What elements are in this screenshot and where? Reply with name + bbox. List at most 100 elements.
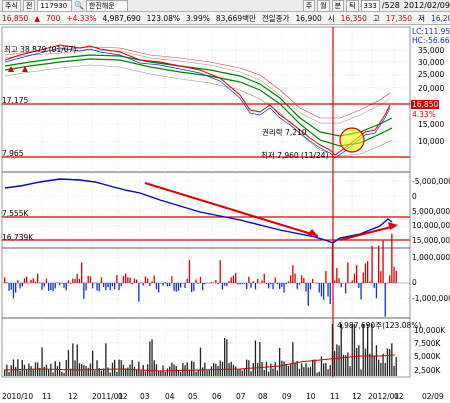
- diff-down-bar: [158, 283, 160, 293]
- stock-code-input[interactable]: 117930: [37, 0, 73, 12]
- lc-label: LC:111.95: [412, 27, 450, 36]
- stock-chart[interactable]: [0, 25, 450, 403]
- diff-axis-tick: 1,000,000: [412, 253, 450, 262]
- volume-bar: [4, 369, 6, 376]
- volume-bar: [224, 338, 226, 376]
- volume-bar: [353, 324, 356, 376]
- volume-bar: [281, 360, 283, 376]
- volume-bar: [116, 371, 118, 376]
- volume-bar: [290, 363, 292, 376]
- diff-down-bar: [103, 283, 105, 287]
- diff-up-bar: [294, 273, 296, 283]
- diff-down-bar: [305, 283, 307, 292]
- change-arrow-icon: ▲: [34, 13, 41, 23]
- volume-bar: [393, 365, 395, 376]
- diff-down-bar: [12, 283, 15, 299]
- volume-axis-tick: 2,500K: [414, 366, 441, 375]
- diff-down-bar: [375, 283, 378, 299]
- diff-up-bar: [378, 245, 380, 283]
- volume-bar: [243, 368, 246, 376]
- diff-up-bar: [74, 278, 76, 283]
- volume-bar: [72, 343, 74, 376]
- period-button-month[interactable]: 월: [317, 0, 330, 12]
- diff-up-bar: [338, 278, 340, 283]
- volume-bar: [30, 366, 32, 376]
- diff-up-bar: [389, 275, 391, 283]
- period-button-tick[interactable]: 틱: [346, 0, 359, 12]
- volume-bar: [63, 372, 65, 376]
- time-axis-tick: 11: [330, 392, 340, 401]
- volume-bar: [263, 370, 265, 376]
- ref-label-7965: 7,965: [2, 149, 24, 158]
- volume-bar: [367, 324, 369, 376]
- current-pct-tag: 4.33%: [412, 110, 436, 119]
- volume-bar: [294, 362, 296, 376]
- diff-down-bar: [250, 283, 252, 288]
- diff-down-bar: [285, 283, 287, 285]
- stock-name-field[interactable]: 한진해운: [86, 0, 129, 12]
- search-icon[interactable]: 🔍: [74, 1, 84, 10]
- volume-bar: [17, 359, 19, 376]
- volume-bar: [320, 356, 323, 376]
- volume-bar: [334, 351, 336, 376]
- diff-up-bar: [334, 280, 336, 283]
- volume-bar: [237, 369, 239, 376]
- diff-up-bar: [213, 282, 215, 284]
- diff-down-bar: [52, 283, 54, 292]
- volume-bar: [166, 368, 169, 376]
- diff-up-bar: [125, 273, 127, 283]
- period-button-minute[interactable]: 분: [331, 0, 345, 12]
- ex-rights-note: 권리락 7,210: [262, 128, 307, 137]
- volume-bar: [206, 370, 208, 376]
- volume-bar: [329, 365, 331, 376]
- diff-down-bar: [59, 283, 61, 286]
- volume-bar: [351, 324, 353, 376]
- time-axis-tick: 12: [352, 392, 362, 401]
- diff-down-bar: [197, 283, 199, 284]
- low-label: 저: [418, 13, 425, 23]
- diff-down-bar: [202, 283, 204, 291]
- volume-axis-tick: 10,000K: [414, 326, 446, 335]
- volume-bar: [45, 364, 48, 376]
- diff-up-bar: [45, 278, 48, 283]
- diff-up-bar: [263, 273, 265, 283]
- diff-up-bar: [122, 275, 125, 283]
- time-axis-tick: 2010/10: [2, 392, 34, 401]
- diff-up-bar: [129, 277, 131, 283]
- diff-down-bar: [191, 283, 193, 293]
- diff-up-bar: [140, 282, 142, 283]
- open-label: 시: [327, 13, 335, 23]
- date-field[interactable]: 2012/02/09: [404, 1, 450, 10]
- mode-select[interactable]: 전: [22, 0, 36, 12]
- market-select[interactable]: 주식: [2, 0, 21, 12]
- diff-up-bar: [206, 282, 208, 284]
- time-axis-tick: 09: [282, 392, 292, 401]
- period-button-week[interactable]: 주: [302, 0, 316, 12]
- volume-bar: [362, 324, 364, 376]
- volume-bar: [287, 365, 290, 376]
- volume-bar: [129, 364, 131, 376]
- volume-bar: [318, 371, 320, 376]
- diff-down-bar: [184, 283, 186, 288]
- high-note: 최고 38,879 (01/07): [4, 45, 77, 54]
- high-price: 17,350: [385, 13, 413, 23]
- volume-bar: [296, 360, 298, 376]
- count-input[interactable]: 333: [360, 0, 380, 12]
- diff-down-bar: [193, 283, 195, 291]
- volume-bar: [50, 363, 52, 376]
- volume-bar: [65, 360, 67, 376]
- volume-bar: [268, 371, 270, 376]
- volume-bar: [389, 349, 391, 376]
- price-change: 700: [46, 13, 61, 23]
- volume-bar: [232, 364, 235, 376]
- diff-up-bar: [290, 275, 292, 283]
- diff-up-bar: [312, 278, 314, 283]
- time-axis-tick: 05: [188, 392, 198, 401]
- volume: 4,987,690: [102, 13, 141, 23]
- volume-bar: [356, 348, 358, 376]
- diff-down-bar: [316, 283, 318, 284]
- volume-bar: [279, 347, 281, 376]
- volume-pct: 123.08%: [146, 13, 181, 23]
- volume-bar: [180, 372, 182, 376]
- volume-bar: [133, 366, 136, 376]
